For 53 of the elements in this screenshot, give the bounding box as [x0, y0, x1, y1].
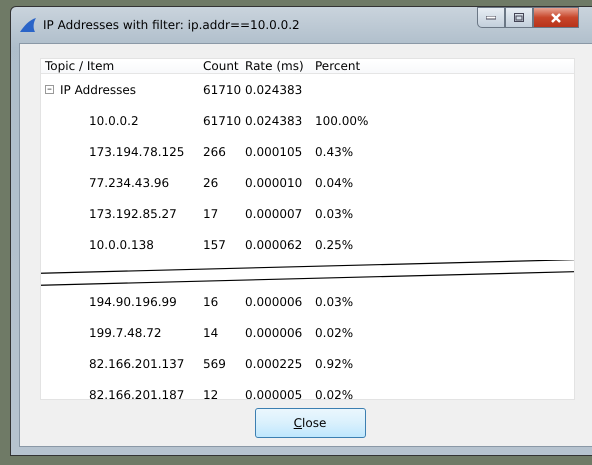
- minimize-icon: [486, 16, 496, 20]
- table-cell-text: 0.03%: [315, 206, 354, 220]
- table-cell: 199.7.48.72: [89, 326, 162, 340]
- table-cell-text: 0.000062: [245, 238, 304, 252]
- column-header[interactable]: Topic / Item: [41, 59, 203, 73]
- table-cell-text: 0.000006: [245, 326, 304, 340]
- table-cell: 10.0.0.138: [89, 238, 154, 252]
- table-cell: 173.192.85.27: [89, 206, 177, 220]
- close-button[interactable]: [533, 7, 579, 28]
- table-cell-text: 0.000007: [245, 206, 304, 220]
- table-cell-text: 100.00%: [315, 114, 370, 128]
- table-cell-text: 0.04%: [315, 176, 354, 190]
- table-cell: 194.90.196.99: [89, 294, 177, 308]
- table-cell: 82.166.201.187: [89, 388, 184, 399]
- table-cell-text: 0.02%: [315, 388, 354, 399]
- table-cell-text: 61710: [203, 114, 242, 128]
- shark-fin-icon: [19, 17, 37, 33]
- close-dialog-button[interactable]: Close: [254, 408, 366, 438]
- table-cell-text: 0.92%: [315, 356, 354, 370]
- table-cell-text: 0.000006: [245, 294, 304, 308]
- table-cell-text: 16: [203, 294, 220, 308]
- table-cell-text: 0.03%: [315, 294, 354, 308]
- table-cell-text: 0.000010: [245, 176, 304, 190]
- table-cell-text: 0.000225: [245, 356, 304, 370]
- table-cell-text: 0.25%: [315, 238, 354, 252]
- close-icon: [550, 12, 562, 22]
- maximize-icon: [514, 13, 524, 22]
- table-cell-text: 0.43%: [315, 144, 354, 158]
- table-cell-text: 569: [203, 356, 227, 370]
- window-title: IP Addresses with filter: ip.addr==10.0.0.2: [43, 18, 300, 32]
- table-cell-text: 157: [203, 238, 227, 252]
- table-cell-text: 17: [203, 206, 220, 220]
- column-header[interactable]: Count: [203, 59, 245, 73]
- table-cell-text: 0.000105: [245, 144, 304, 158]
- table-cell-text: 0.024383: [245, 82, 304, 96]
- table-cell-text: 14: [203, 326, 220, 340]
- table-cell-text: 0.024383: [245, 114, 304, 128]
- table-cell: IP Addresses: [60, 82, 136, 96]
- minimize-button[interactable]: [477, 7, 505, 28]
- maximize-button[interactable]: [505, 7, 533, 28]
- column-header[interactable]: Percent: [315, 59, 360, 73]
- table-cell-text: 0.02%: [315, 326, 354, 340]
- table-cell: 173.194.78.125: [89, 144, 184, 158]
- table-cell-text: 12: [203, 388, 220, 399]
- table-cell-text: 61710: [203, 82, 242, 96]
- table-cell: 82.166.201.137: [89, 356, 184, 370]
- table-cell-text: 266: [203, 144, 227, 158]
- table-cell: 77.234.43.96: [89, 176, 170, 190]
- table-cell-text: 26: [203, 176, 220, 190]
- collapse-icon[interactable]: [45, 85, 54, 94]
- column-header[interactable]: Rate (ms): [245, 59, 315, 73]
- table-cell: 10.0.0.2: [89, 114, 139, 128]
- table-cell-text: 0.000005: [245, 388, 304, 399]
